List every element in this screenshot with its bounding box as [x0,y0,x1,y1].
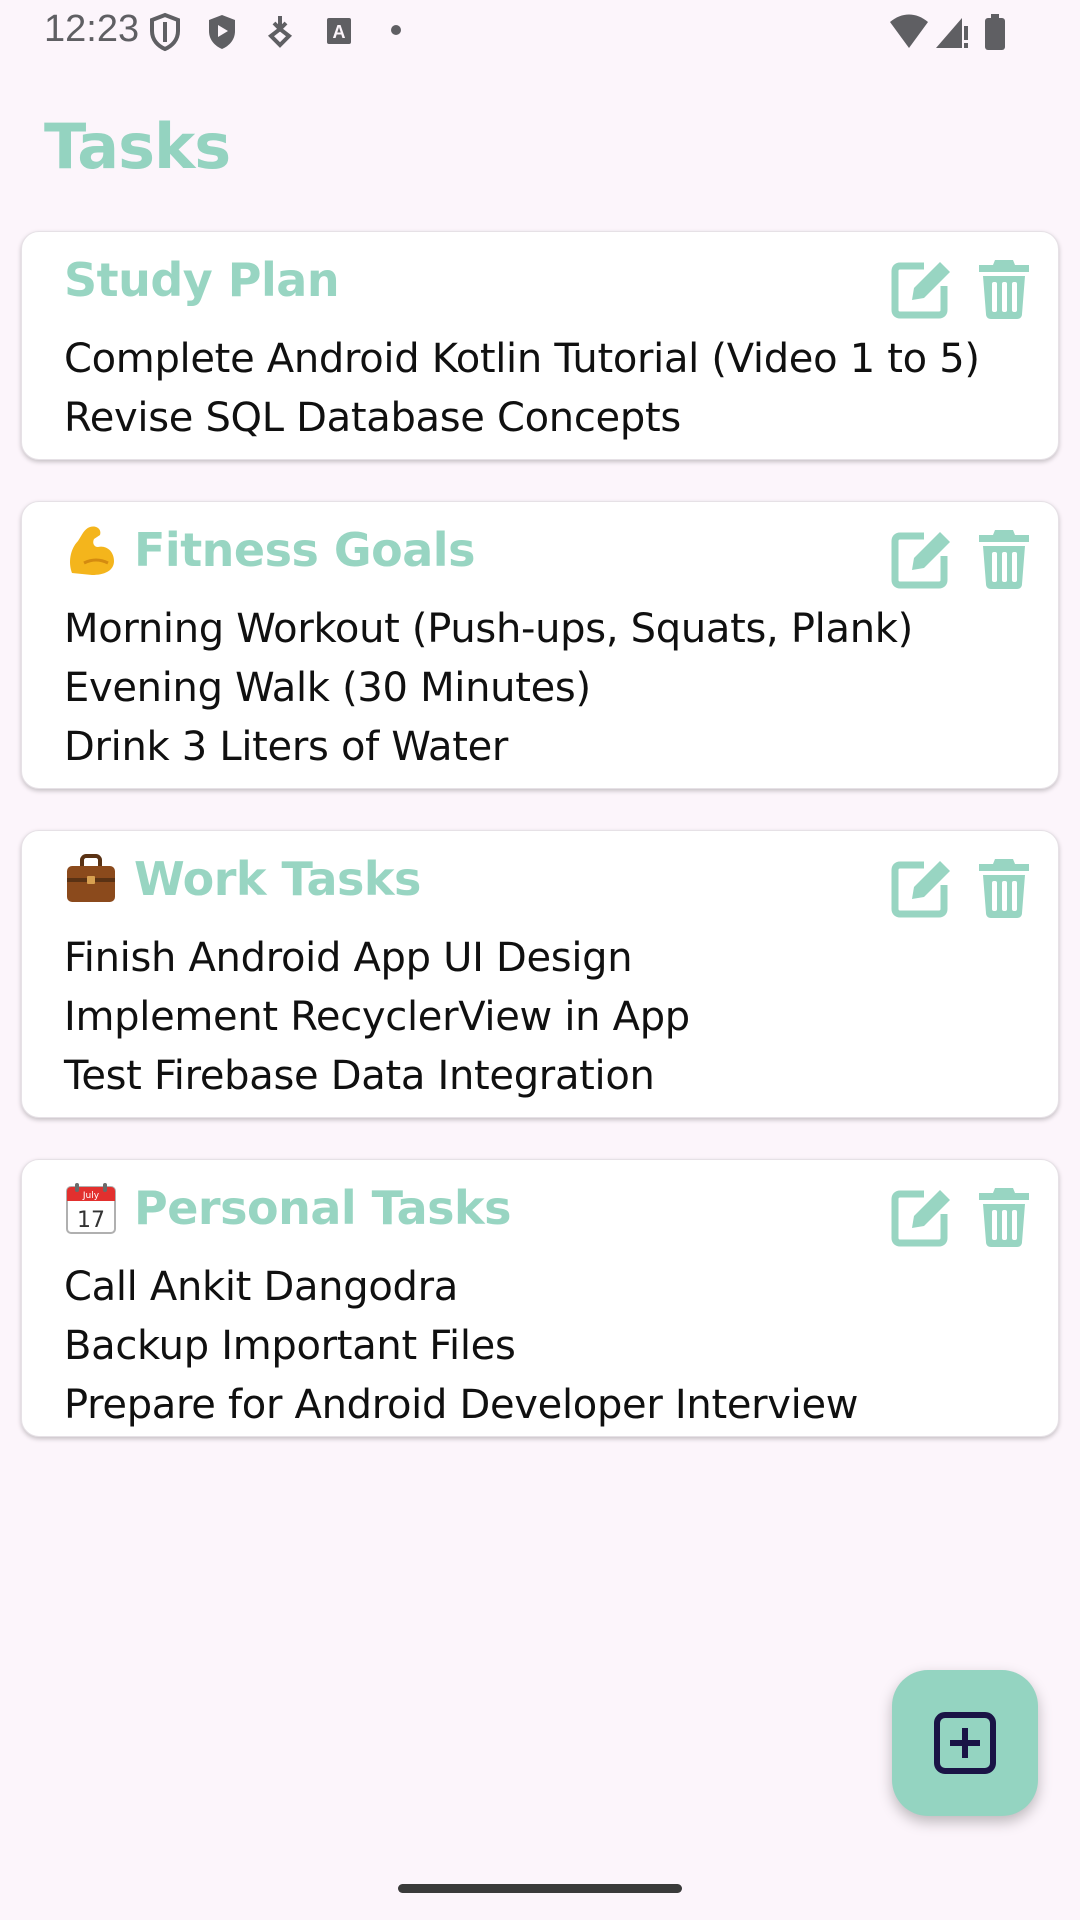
shield-outline-icon [150,12,180,52]
edit-icon[interactable] [890,256,954,320]
task-card[interactable]: Fitness Goals Morning Workout (Push-ups,… [21,501,1059,789]
briefcase-icon [67,854,115,902]
trash-icon[interactable] [976,256,1032,320]
card-task-list: Finish Android App UI Design Implement R… [64,929,1048,1106]
card-header: July 17 Personal Tasks [64,1178,512,1238]
add-task-button[interactable] [892,1670,1038,1816]
task-item: Morning Workout (Push-ups, Squats, Plank… [64,606,913,652]
task-card[interactable]: July 17 Personal Tasks Call Ankit Dangod… [21,1159,1059,1437]
calendar-icon: July 17 [66,1183,116,1234]
card-title: Personal Tasks [134,1181,512,1235]
page-title: Tasks [44,110,231,183]
card-task-list: Complete Android Kotlin Tutorial (Video … [64,330,1048,448]
dot-icon [391,25,401,35]
card-title: Study Plan [64,253,340,307]
status-bar: 12:23 A [0,0,1080,70]
text-icon: A [327,18,351,44]
card-header: Work Tasks [64,849,421,909]
edit-icon[interactable] [890,526,954,590]
card-header: Fitness Goals [64,520,475,580]
task-item: Evening Walk (30 Minutes) [64,665,591,711]
card-task-list: Call Ankit Dangodra Backup Important Fil… [64,1258,1048,1435]
shield-play-icon [209,15,235,49]
task-item: Prepare for Android Developer Interview [64,1382,859,1428]
add-box-icon [934,1712,996,1774]
svg-text:A: A [333,22,346,42]
edit-icon[interactable] [890,855,954,919]
navigation-handle[interactable] [398,1884,682,1893]
task-item: Finish Android App UI Design [64,935,633,981]
edit-icon[interactable] [890,1184,954,1248]
card-header: Study Plan [64,250,340,310]
trash-icon[interactable] [976,855,1032,919]
task-item: Backup Important Files [64,1323,516,1369]
wifi-icon [890,14,928,48]
card-title: Fitness Goals [134,523,475,577]
trash-icon[interactable] [976,1184,1032,1248]
download-icon [267,16,293,48]
card-title: Work Tasks [134,852,421,906]
calendar-day: 17 [77,1208,105,1233]
card-task-list: Morning Workout (Push-ups, Squats, Plank… [64,600,1048,777]
task-item: Call Ankit Dangodra [64,1264,458,1310]
task-item: Revise SQL Database Concepts [64,395,681,441]
task-item: Test Firebase Data Integration [64,1053,655,1099]
task-item: Implement RecyclerView in App [64,994,690,1040]
battery-icon [985,14,1005,50]
task-card[interactable]: Work Tasks Finish Android App UI Design … [21,830,1059,1118]
calendar-month: July [82,1191,100,1201]
task-item: Drink 3 Liters of Water [64,724,509,770]
flexed-biceps-icon [70,526,114,575]
status-time: 12:23 [44,8,140,50]
signal-icon [936,18,968,48]
task-item: Complete Android Kotlin Tutorial (Video … [64,336,980,382]
trash-icon[interactable] [976,526,1032,590]
task-card[interactable]: Study Plan Complete Android Kotlin Tutor… [21,231,1059,460]
